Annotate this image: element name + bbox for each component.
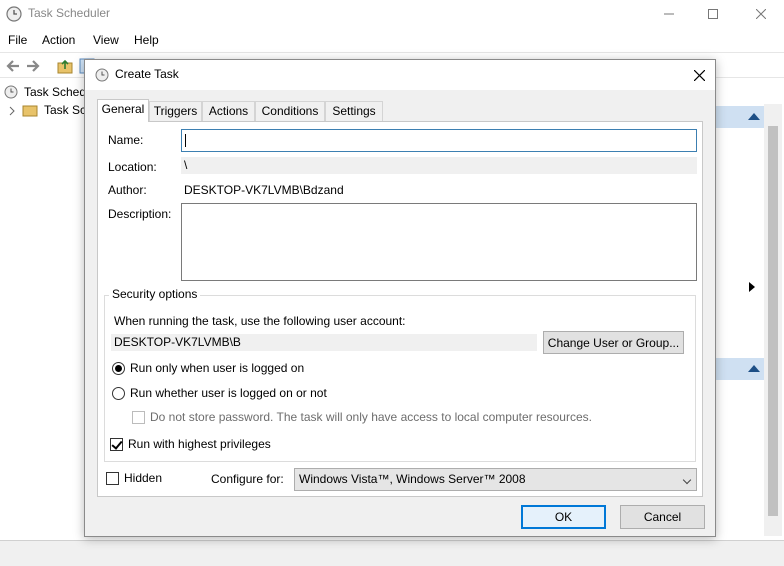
highest-privileges-checkbox[interactable]: [110, 438, 123, 451]
user-account-value: DESKTOP-VK7LVMB\B: [111, 334, 537, 351]
location-label: Location:: [108, 160, 157, 174]
security-options-group: Security options When running the task, …: [104, 287, 696, 462]
author-label: Author:: [108, 183, 147, 197]
configure-for-select[interactable]: Windows Vista™, Windows Server™ 2008: [294, 468, 697, 491]
description-label: Description:: [108, 207, 172, 221]
run-whether-label[interactable]: Run whether user is logged on or not: [130, 386, 327, 400]
no-store-password-checkbox[interactable]: [132, 411, 145, 424]
folder-icon: [22, 105, 38, 117]
security-options-caption: Security options: [109, 287, 201, 301]
general-tab-panel: Name: Location: \ Author: DESKTOP-VK7LVM…: [97, 121, 703, 497]
app-title: Task Scheduler: [28, 6, 111, 20]
close-window-button[interactable]: [738, 0, 784, 28]
name-input[interactable]: [181, 129, 697, 152]
chevron-down-icon: [682, 475, 692, 485]
hidden-label[interactable]: Hidden: [124, 471, 162, 485]
change-user-button[interactable]: Change User or Group...: [543, 331, 684, 354]
status-bar: [0, 540, 784, 566]
highest-privileges-label[interactable]: Run with highest privileges: [128, 437, 271, 451]
cancel-button[interactable]: Cancel: [620, 505, 705, 529]
vertical-scrollbar[interactable]: [764, 104, 782, 536]
collapse-arrow-icon: [748, 365, 760, 372]
configure-for-label: Configure for:: [211, 472, 284, 486]
title-bar: Task Scheduler: [0, 0, 784, 28]
chevron-right-icon[interactable]: [8, 106, 16, 116]
hidden-checkbox[interactable]: [106, 472, 119, 485]
location-value: \: [181, 157, 697, 174]
menu-action[interactable]: Action: [42, 33, 75, 47]
description-textarea[interactable]: [181, 203, 697, 281]
name-label: Name:: [108, 133, 144, 147]
menu-file[interactable]: File: [8, 33, 27, 47]
menu-view[interactable]: View: [93, 33, 119, 47]
collapse-arrow-icon: [748, 113, 760, 120]
folder-up-icon[interactable]: [56, 57, 74, 75]
author-value: DESKTOP-VK7LVMB\Bdzand: [184, 183, 344, 197]
close-icon: [756, 9, 766, 19]
forward-arrow-icon[interactable]: [24, 57, 42, 75]
actions-pane-header[interactable]: [716, 106, 764, 128]
run-logged-on-label[interactable]: Run only when user is logged on: [130, 361, 304, 375]
tab-triggers[interactable]: Triggers: [149, 101, 202, 121]
back-arrow-icon[interactable]: [4, 57, 22, 75]
tab-settings[interactable]: Settings: [325, 101, 383, 121]
dialog-title-bar: Create Task: [85, 60, 715, 90]
minimize-button[interactable]: [646, 0, 692, 28]
minimize-icon: [664, 13, 674, 15]
clock-icon: [95, 68, 109, 82]
configure-for-value: Windows Vista™, Windows Server™ 2008: [299, 472, 526, 486]
menu-bar: File Action View Help: [0, 30, 784, 50]
navigation-tree: Task Schedu Task Sche: [0, 80, 99, 540]
dialog-title: Create Task: [115, 67, 179, 81]
no-store-password-label[interactable]: Do not store password. The task will onl…: [150, 410, 592, 424]
maximize-icon: [708, 9, 718, 19]
close-icon: [693, 69, 705, 81]
tab-conditions[interactable]: Conditions: [255, 101, 325, 121]
submenu-arrow-icon[interactable]: [748, 282, 756, 292]
ok-button[interactable]: OK: [521, 505, 606, 529]
maximize-button[interactable]: [690, 0, 736, 28]
create-task-dialog: Create Task General Triggers Actions Con…: [84, 59, 716, 537]
text-caret: [185, 134, 186, 147]
tab-actions[interactable]: Actions: [202, 101, 255, 121]
menu-help[interactable]: Help: [134, 33, 159, 47]
scrollbar-thumb[interactable]: [768, 126, 778, 516]
clock-icon: [4, 85, 18, 99]
tab-general[interactable]: General: [97, 99, 149, 122]
actions-pane-header-2[interactable]: [716, 358, 764, 380]
tree-item-label: Task Schedu: [24, 85, 93, 99]
account-prompt: When running the task, use the following…: [114, 314, 406, 328]
run-whether-radio[interactable]: [112, 387, 125, 400]
clock-icon: [6, 6, 22, 22]
run-logged-on-radio[interactable]: [112, 362, 125, 375]
dialog-close-button[interactable]: [683, 60, 715, 90]
